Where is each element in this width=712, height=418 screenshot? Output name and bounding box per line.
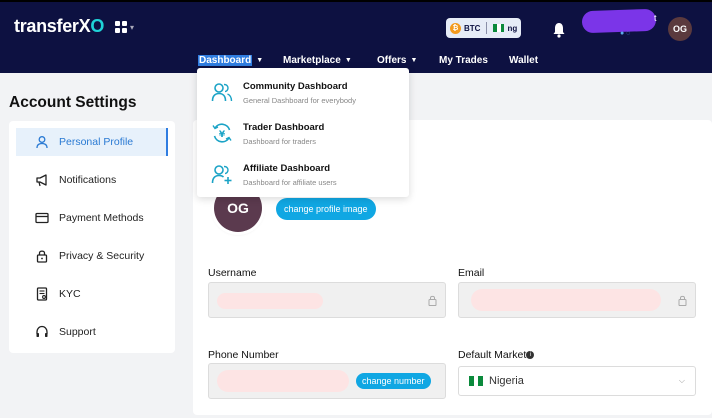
sidebar-item-label: Payment Methods xyxy=(59,212,144,224)
menu-item-affiliate-dashboard[interactable]: Affiliate Dashboard Dashboard for affili… xyxy=(197,154,409,194)
nigeria-flag-icon xyxy=(493,24,505,32)
sidebar-item-label: Notifications xyxy=(59,174,117,186)
menu-item-community-dashboard[interactable]: Community Dashboard General Dashboard fo… xyxy=(197,72,409,112)
nav-marketplace[interactable]: Marketplace ▼ xyxy=(283,55,352,66)
username-label: Username xyxy=(208,267,257,279)
default-market-select[interactable]: Nigeria ⌵ xyxy=(458,366,696,396)
logo-text: transferX xyxy=(14,16,91,36)
lock-icon xyxy=(36,250,48,263)
sidebar-item-label: KYC xyxy=(59,288,81,300)
nav-marketplace-label: Marketplace xyxy=(283,55,341,66)
megaphone-icon xyxy=(36,174,47,187)
pair-quote: ng xyxy=(507,23,518,33)
sidebar-item-privacy-security[interactable]: Privacy & Security xyxy=(16,242,168,270)
redaction-mark: t xyxy=(654,13,657,23)
email-field[interactable] xyxy=(458,282,696,318)
user-icon xyxy=(36,136,48,149)
info-icon[interactable]: i xyxy=(526,351,535,359)
brand-logo[interactable]: transferXO xyxy=(14,16,104,37)
nav-offers-label: Offers xyxy=(377,55,407,66)
pair-divider xyxy=(486,22,488,34)
main-nav: Dashboard ▼ Marketplace ▼ Offers ▼ My Tr… xyxy=(0,55,712,69)
chevron-down-icon: ⌵ xyxy=(678,376,685,385)
nigeria-flag-icon xyxy=(469,376,484,386)
sidebar-item-personal-profile[interactable]: Personal Profile xyxy=(16,128,168,156)
menu-item-title: Trader Dashboard xyxy=(243,122,325,133)
nav-dashboard-label: Dashboard xyxy=(198,55,253,66)
redacted-value xyxy=(217,293,323,309)
lock-icon xyxy=(678,295,687,306)
sidebar-item-support[interactable]: Support xyxy=(16,318,168,346)
chevron-down-icon: ▼ xyxy=(410,57,418,64)
redacted-username xyxy=(581,8,657,34)
chevron-down-icon: ▼ xyxy=(344,57,352,64)
sidebar-item-label: Personal Profile xyxy=(59,136,134,148)
menu-item-title: Community Dashboard xyxy=(243,81,348,92)
page-title: Account Settings xyxy=(9,94,137,111)
sidebar-item-label: Privacy & Security xyxy=(59,250,145,262)
svg-text:¥: ¥ xyxy=(219,130,226,140)
apps-menu-button[interactable]: ▾ xyxy=(115,21,134,33)
sidebar-item-notifications[interactable]: Notifications xyxy=(16,166,168,194)
redacted-value xyxy=(217,370,349,392)
headset-icon xyxy=(36,325,48,337)
dashboard-dropdown-menu: Community Dashboard General Dashboard fo… xyxy=(197,68,409,197)
email-label: Email xyxy=(458,267,485,279)
id-document-icon xyxy=(36,287,48,301)
menu-item-subtitle: Dashboard for affiliate users xyxy=(243,178,337,187)
nav-my-trades[interactable]: My Trades xyxy=(439,55,488,66)
user-avatar[interactable]: OG xyxy=(668,17,692,41)
connection-status-icon: ● ◌ xyxy=(620,30,631,37)
nav-offers[interactable]: Offers ▼ xyxy=(377,55,417,66)
nav-wallet[interactable]: Wallet xyxy=(509,55,538,66)
change-profile-image-button[interactable]: change profile image xyxy=(276,198,376,220)
nav-wallet-label: Wallet xyxy=(509,55,539,66)
chevron-down-icon: ▾ xyxy=(130,22,135,32)
sidebar-item-payment-methods[interactable]: Payment Methods xyxy=(16,204,168,232)
phone-number-label: Phone Number xyxy=(208,349,279,361)
sidebar-item-kyc[interactable]: KYC xyxy=(16,280,168,308)
grid-icon xyxy=(115,21,127,33)
menu-item-subtitle: Dashboard for traders xyxy=(243,137,316,146)
bitcoin-icon: ₿ xyxy=(450,22,461,34)
user-plus-icon xyxy=(211,165,232,184)
users-icon xyxy=(211,83,233,102)
default-market-label-text: Default Market xyxy=(458,349,527,361)
menu-item-trader-dashboard[interactable]: ¥ Trader Dashboard Dashboard for traders xyxy=(197,113,409,153)
sidebar-item-label: Support xyxy=(59,326,96,338)
username-field[interactable] xyxy=(208,282,446,318)
lock-icon xyxy=(428,295,437,306)
bell-icon[interactable] xyxy=(552,22,566,38)
chevron-down-icon: ▼ xyxy=(256,57,264,64)
default-market-label: Default Market i xyxy=(458,349,535,361)
redacted-value xyxy=(471,289,661,311)
nav-my-trades-label: My Trades xyxy=(439,55,488,66)
nav-dashboard[interactable]: Dashboard ▼ xyxy=(198,55,263,66)
currency-pair-selector[interactable]: ₿ BTC ng xyxy=(446,18,522,38)
pair-base: BTC xyxy=(464,23,481,33)
yen-cycle-icon: ¥ xyxy=(212,123,232,143)
menu-item-title: Affiliate Dashboard xyxy=(243,163,331,174)
menu-item-subtitle: General Dashboard for everybody xyxy=(243,96,356,105)
credit-card-icon xyxy=(35,212,49,224)
top-header: transferXO ▾ ₿ BTC ng t ● ◌ OG Dashboard… xyxy=(0,0,712,73)
default-market-value: Nigeria xyxy=(489,375,524,387)
settings-sidebar: Personal Profile Notifications Payment M… xyxy=(9,121,175,353)
logo-suffix: O xyxy=(90,16,105,36)
change-number-button[interactable]: change number xyxy=(356,373,431,389)
